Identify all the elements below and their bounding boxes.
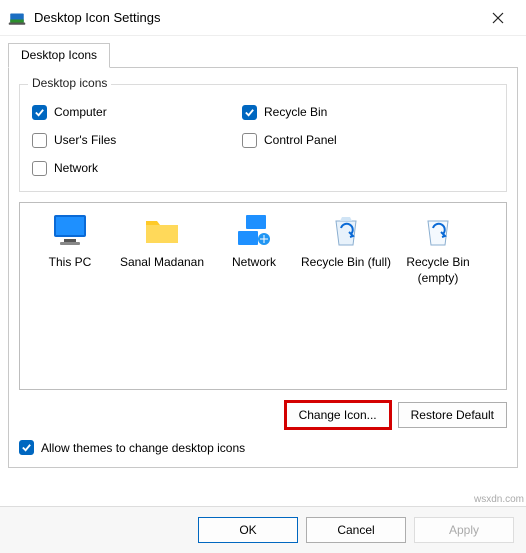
checkbox-computer[interactable] [32,105,47,120]
icon-item-recycle-empty[interactable]: Recycle Bin (empty) [392,213,484,286]
label-users-files: User's Files [54,133,116,147]
checkbox-control-panel[interactable] [242,133,257,148]
icon-label-network: Network [208,255,300,271]
icon-label-user-folder: Sanal Madanan [116,255,208,271]
window-icon [8,9,26,27]
ok-button[interactable]: OK [198,517,298,543]
icon-item-network[interactable]: Network [208,213,300,271]
recycle-bin-full-icon [326,213,366,249]
recycle-bin-empty-icon [418,213,458,249]
change-icon-button[interactable]: Change Icon... [286,402,390,428]
label-allow-themes: Allow themes to change desktop icons [41,441,245,455]
desktop-icons-group: Desktop icons Computer Recycle Bin Us [19,84,507,192]
group-title: Desktop icons [28,76,111,90]
tab-panel: Desktop icons Computer Recycle Bin Us [8,68,518,468]
label-computer: Computer [54,105,107,119]
watermark: wsxdn.com [474,494,524,505]
tab-strip: Desktop Icons [8,42,518,68]
icon-preview-panel: This PC Sanal Madanan Network Recycle Bi… [19,202,507,390]
icon-item-this-pc[interactable]: This PC [24,213,116,271]
tab-desktop-icons[interactable]: Desktop Icons [8,43,110,68]
label-network: Network [54,161,98,175]
titlebar: Desktop Icon Settings [0,0,526,36]
apply-button: Apply [414,517,514,543]
close-button[interactable] [478,2,518,34]
checkbox-network[interactable] [32,161,47,176]
restore-default-button[interactable]: Restore Default [398,402,507,428]
icon-label-recycle-full: Recycle Bin (full) [300,255,392,271]
label-control-panel: Control Panel [264,133,337,147]
checkbox-allow-themes[interactable] [19,440,34,455]
window-title: Desktop Icon Settings [34,10,478,25]
folder-icon [142,213,182,249]
cancel-button[interactable]: Cancel [306,517,406,543]
checkbox-recycle-bin[interactable] [242,105,257,120]
monitor-icon [50,213,90,249]
icon-label-recycle-empty: Recycle Bin (empty) [392,255,484,286]
dialog-button-bar: OK Cancel Apply [0,506,526,553]
icon-label-this-pc: This PC [24,255,116,271]
icon-item-recycle-full[interactable]: Recycle Bin (full) [300,213,392,271]
label-recycle-bin: Recycle Bin [264,105,327,119]
checkbox-users-files[interactable] [32,133,47,148]
icon-item-user-folder[interactable]: Sanal Madanan [116,213,208,271]
network-icon [234,213,274,249]
